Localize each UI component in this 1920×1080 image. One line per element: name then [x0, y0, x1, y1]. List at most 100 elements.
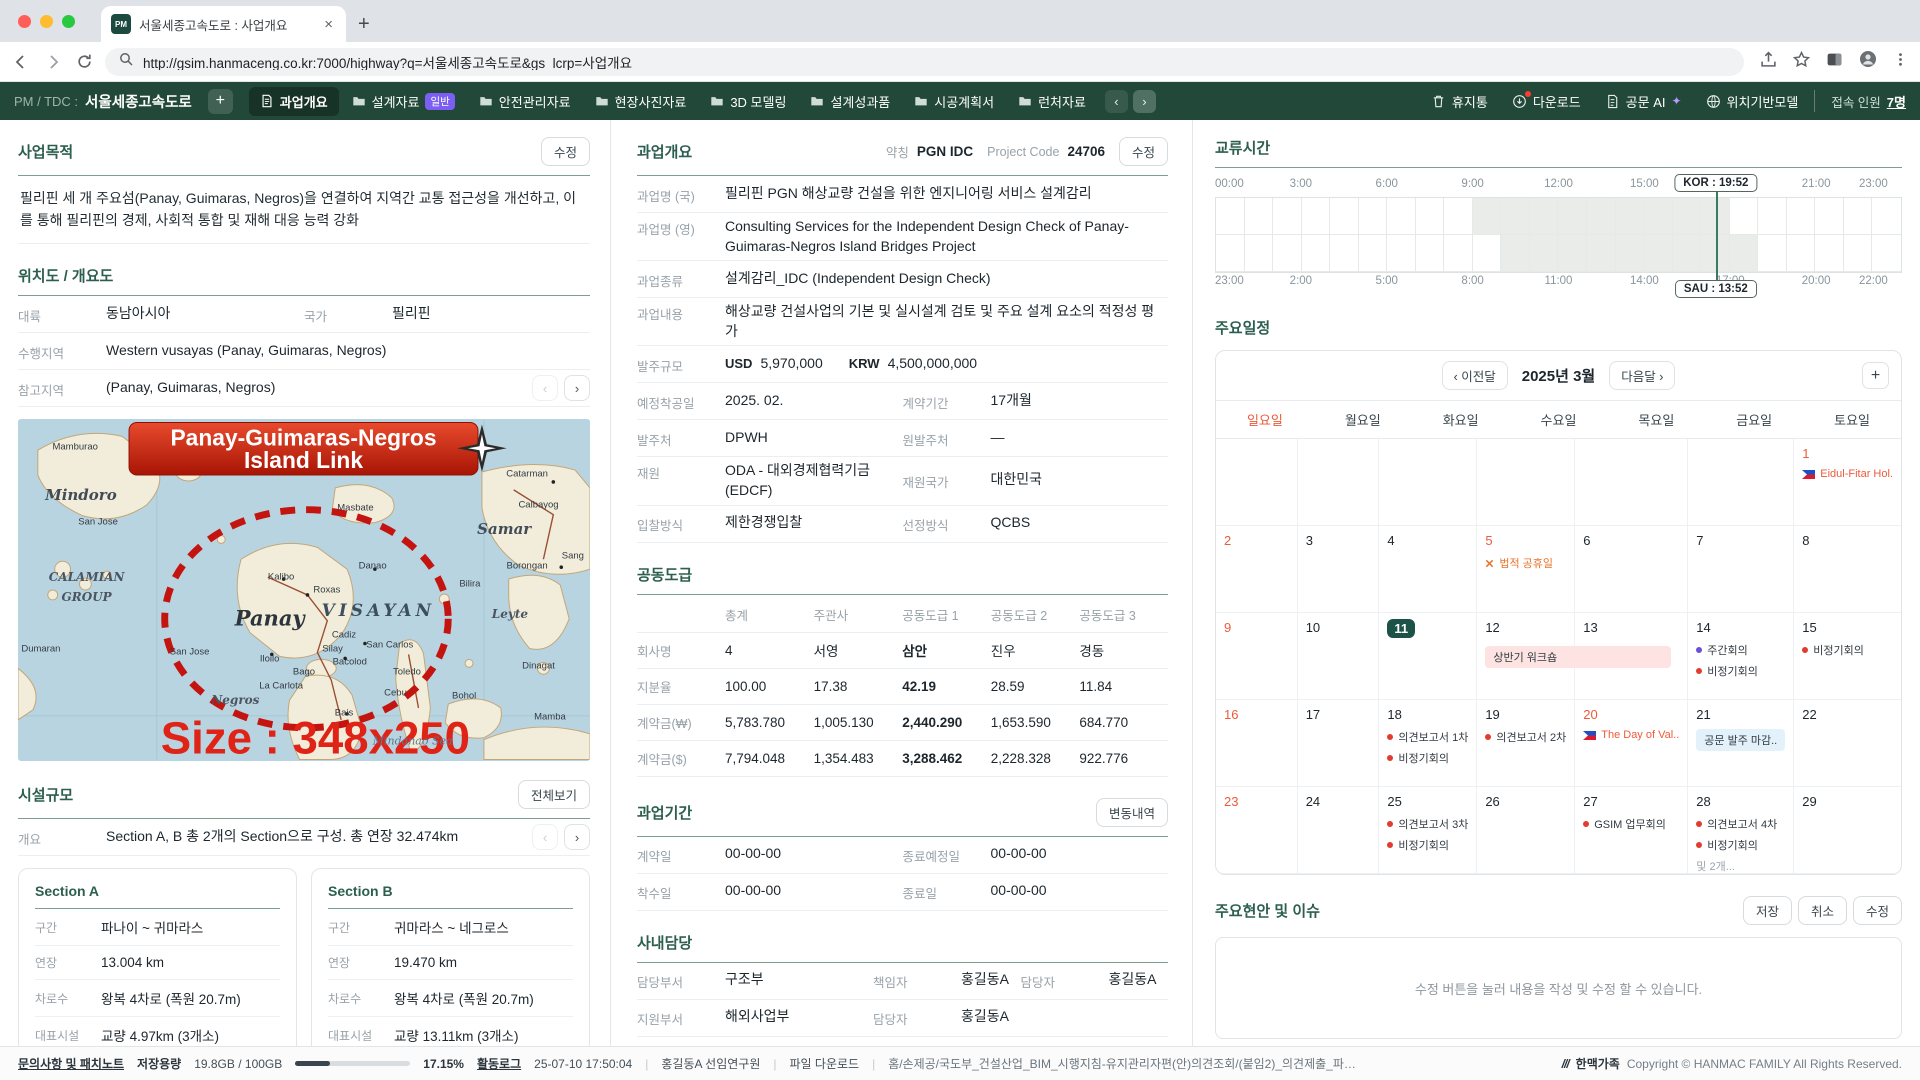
- save-button[interactable]: 저장: [1743, 896, 1792, 925]
- calendar-day[interactable]: 3: [1298, 526, 1380, 613]
- nav-tab[interactable]: 설계자료일반: [341, 87, 466, 116]
- tabs-scroll-right-icon[interactable]: ›: [1133, 90, 1156, 113]
- nav-tool-trash[interactable]: 휴지통: [1431, 92, 1488, 111]
- calendar-day[interactable]: 15비정기회의: [1794, 613, 1901, 700]
- calendar-day[interactable]: 14주간회의비정기회의: [1688, 613, 1794, 700]
- calendar-day[interactable]: 20The Day of Val..: [1575, 700, 1688, 787]
- calendar-day[interactable]: 16: [1216, 700, 1298, 787]
- legal-holiday-event[interactable]: 법적 공휴일: [1485, 555, 1566, 571]
- profile-icon[interactable]: [1859, 50, 1877, 73]
- edit-purpose-button[interactable]: 수정: [541, 137, 590, 166]
- calendar-event[interactable]: GSIM 업무회의: [1583, 816, 1679, 832]
- calendar-event[interactable]: 비정기회의: [1387, 750, 1468, 766]
- online-users-count[interactable]: 7명: [1887, 95, 1906, 110]
- holiday-event[interactable]: Eidul-Fitar Hol.: [1802, 468, 1893, 480]
- calendar-day[interactable]: [1216, 439, 1298, 526]
- calendar-event[interactable]: 비정기회의: [1387, 837, 1468, 853]
- cancel-button[interactable]: 취소: [1798, 896, 1847, 925]
- menu-kebab-icon[interactable]: [1893, 52, 1908, 72]
- next-month-button[interactable]: 다음달 ›: [1609, 361, 1675, 390]
- nav-tool-doc2[interactable]: 공문 AI✦: [1605, 92, 1682, 111]
- calendar-event[interactable]: 비정기회의: [1696, 837, 1785, 853]
- calendar-day[interactable]: 28의견보고서 4차비정기회의및 2개...: [1688, 787, 1794, 874]
- side-panel-icon[interactable]: [1826, 51, 1843, 73]
- new-tab-button[interactable]: +: [358, 13, 370, 36]
- calendar-event[interactable]: 의견보고서 3차: [1387, 816, 1468, 832]
- calendar-day[interactable]: 11: [1379, 613, 1477, 700]
- tabs-scroll-left-icon[interactable]: ‹: [1105, 90, 1128, 113]
- calendar-event[interactable]: 의견보고서 2차: [1485, 729, 1566, 745]
- calendar-day[interactable]: [1379, 439, 1477, 526]
- nav-tool-download[interactable]: 다운로드: [1512, 92, 1581, 111]
- calendar-day[interactable]: 5법적 공휴일: [1477, 526, 1575, 613]
- nav-tab[interactable]: 3D 모델링: [699, 87, 797, 116]
- calendar-day[interactable]: 27GSIM 업무회의: [1575, 787, 1688, 874]
- day-number: 17: [1306, 707, 1320, 722]
- nav-tab[interactable]: 안전관리자료: [468, 87, 582, 116]
- share-icon[interactable]: [1760, 51, 1777, 73]
- view-all-button[interactable]: 전체보기: [518, 780, 590, 809]
- calendar-day[interactable]: 29: [1794, 787, 1901, 874]
- prev-button[interactable]: ‹: [532, 824, 558, 850]
- change-history-button[interactable]: 변동내역: [1096, 798, 1168, 827]
- calendar-day[interactable]: 10: [1298, 613, 1380, 700]
- calendar-day[interactable]: 21공문 발주 마감..: [1688, 700, 1794, 787]
- calendar-event[interactable]: 주간회의: [1696, 642, 1785, 658]
- nav-tab[interactable]: 과업개요: [249, 87, 339, 116]
- calendar-day[interactable]: 22: [1794, 700, 1901, 787]
- edit-issues-button[interactable]: 수정: [1853, 896, 1902, 925]
- nav-tab[interactable]: 런처자료: [1007, 87, 1097, 116]
- nav-tab[interactable]: 설계성과품: [799, 87, 901, 116]
- calendar-day[interactable]: 17: [1298, 700, 1380, 787]
- calendar-day[interactable]: [1575, 439, 1688, 526]
- calendar-day[interactable]: 6: [1575, 526, 1688, 613]
- prev-month-button[interactable]: ‹ 이전달: [1442, 361, 1508, 390]
- calendar-day[interactable]: 25의견보고서 3차비정기회의: [1379, 787, 1477, 874]
- maximize-window-button[interactable]: [62, 15, 75, 28]
- add-project-button[interactable]: +: [208, 89, 233, 114]
- calendar-event[interactable]: 비정기회의: [1802, 642, 1893, 658]
- nav-tab[interactable]: 현장사진자료: [584, 87, 698, 116]
- calendar-day[interactable]: 24: [1298, 787, 1380, 874]
- calendar-event[interactable]: 비정기회의: [1696, 663, 1785, 679]
- calendar-event[interactable]: 의견보고서 4차: [1696, 816, 1785, 832]
- calendar-day[interactable]: 19의견보고서 2차: [1477, 700, 1575, 787]
- address-bar[interactable]: [105, 48, 1744, 76]
- workshop-event[interactable]: 상반기 워크숍: [1485, 646, 1671, 668]
- more-events-label[interactable]: 및 2개...: [1696, 858, 1785, 874]
- nav-tool-globe[interactable]: 위치기반모델: [1706, 92, 1799, 111]
- bookmark-star-icon[interactable]: [1793, 51, 1810, 73]
- next-button[interactable]: ›: [564, 824, 590, 850]
- add-event-button[interactable]: +: [1862, 362, 1889, 389]
- minimize-window-button[interactable]: [40, 15, 53, 28]
- forward-icon[interactable]: [44, 53, 62, 71]
- close-window-button[interactable]: [18, 15, 31, 28]
- calendar-day[interactable]: 18의견보고서 1차비정기회의: [1379, 700, 1477, 787]
- tab-close-icon[interactable]: ×: [321, 16, 336, 33]
- calendar-day[interactable]: 12상반기 워크숍: [1477, 613, 1575, 700]
- calendar-day[interactable]: [1688, 439, 1794, 526]
- calendar-day[interactable]: 26: [1477, 787, 1575, 874]
- calendar-day[interactable]: 1Eidul-Fitar Hol.: [1794, 439, 1901, 526]
- calendar-day[interactable]: 23: [1216, 787, 1298, 874]
- notice-link[interactable]: 문의사항 및 패치노트: [18, 1055, 124, 1072]
- calendar-day[interactable]: 9: [1216, 613, 1298, 700]
- back-icon[interactable]: [12, 53, 30, 71]
- next-button[interactable]: ›: [564, 375, 590, 401]
- calendar-day[interactable]: 2: [1216, 526, 1298, 613]
- url-input[interactable]: [141, 53, 1730, 70]
- edit-overview-button[interactable]: 수정: [1119, 137, 1168, 166]
- reload-icon[interactable]: [76, 53, 93, 70]
- deadline-event[interactable]: 공문 발주 마감..: [1696, 729, 1785, 751]
- activity-log-link[interactable]: 활동로그: [477, 1055, 521, 1072]
- calendar-event[interactable]: 의견보고서 1차: [1387, 729, 1468, 745]
- calendar-day[interactable]: [1477, 439, 1575, 526]
- calendar-day[interactable]: 4: [1379, 526, 1477, 613]
- calendar-day[interactable]: [1298, 439, 1380, 526]
- nav-tab[interactable]: 시공계획서: [903, 87, 1005, 116]
- browser-tab[interactable]: PM 서울세종고속도로 : 사업개요 ×: [101, 6, 346, 42]
- calendar-day[interactable]: 8: [1794, 526, 1901, 613]
- prev-button[interactable]: ‹: [532, 375, 558, 401]
- holiday-event[interactable]: The Day of Val..: [1583, 729, 1679, 741]
- calendar-day[interactable]: 7: [1688, 526, 1794, 613]
